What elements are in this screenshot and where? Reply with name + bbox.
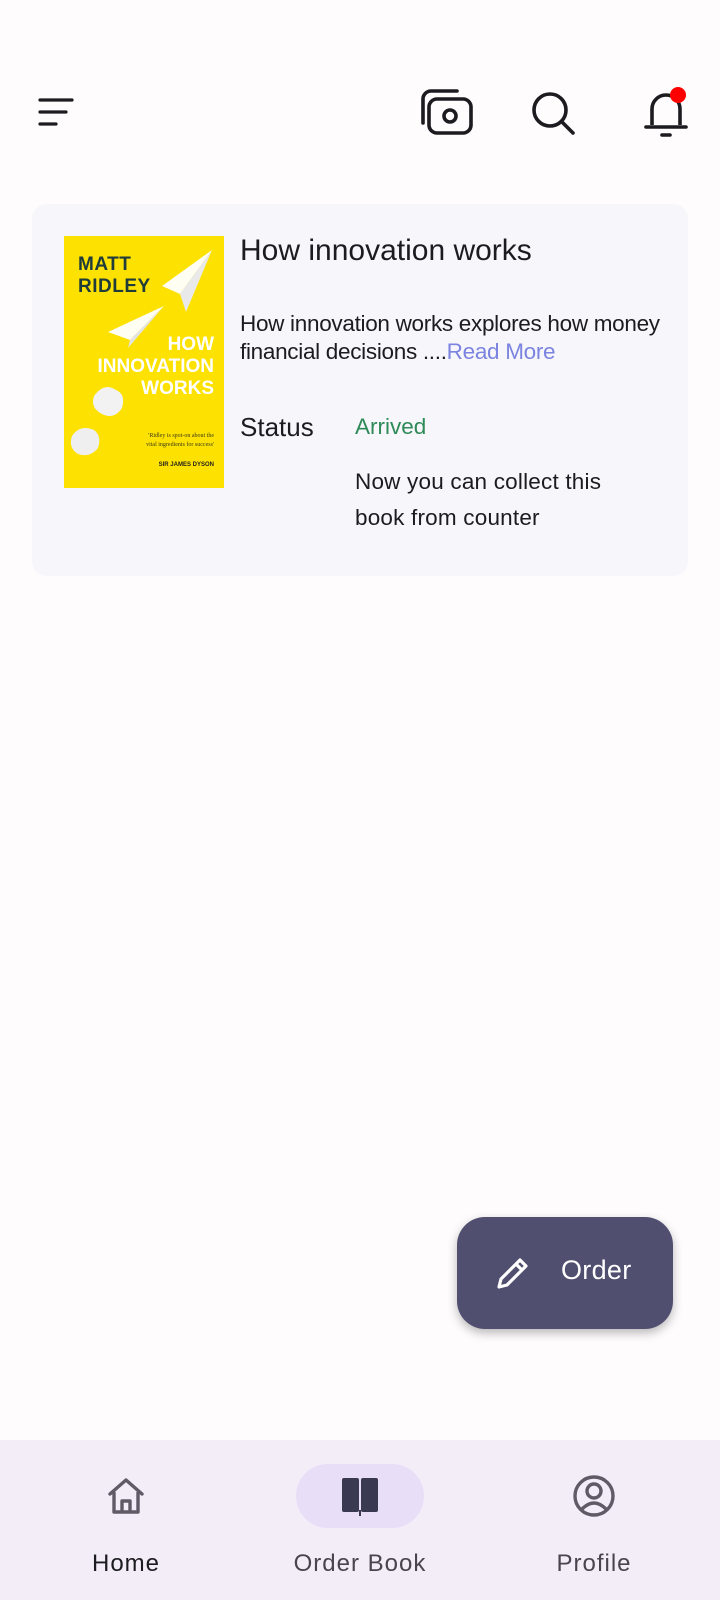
cover-title: HOW INNOVATION WORKS <box>84 334 214 400</box>
order-card[interactable]: MATT RIDLEY HOW INNOVATION WORKS 'Ridley… <box>32 204 688 576</box>
notification-dot <box>670 87 686 103</box>
pencil-icon <box>497 1258 528 1289</box>
status-value: Arrived <box>355 414 427 439</box>
book-description: How innovation works explores how money … <box>240 310 680 366</box>
nav-home-label: Home <box>91 1550 161 1577</box>
notification-bell-icon <box>644 87 688 137</box>
search-icon <box>532 92 575 135</box>
order-fab-label: Order <box>561 1255 632 1285</box>
book-icon <box>342 1478 378 1516</box>
status-note: Now you can collect this book from count… <box>355 469 602 530</box>
camera-switch-button[interactable] <box>414 84 478 140</box>
cover-quote-author: SIR JAMES DYSON <box>158 462 214 468</box>
order-fab-button[interactable]: Order <box>457 1217 673 1329</box>
cover-quote: 'Ridley is spot-on about the vital ingre… <box>146 433 214 448</box>
nav-item-profile[interactable]: Profile <box>474 1440 714 1600</box>
cover-title-text: HOW INNOVATION WORKS <box>97 334 214 399</box>
search-button[interactable] <box>526 86 582 142</box>
book-cover: MATT RIDLEY HOW INNOVATION WORKS 'Ridley… <box>64 236 224 488</box>
nav-item-order-book[interactable]: Order Book <box>240 1440 480 1600</box>
bottom-navigation: Home Order Book Profile <box>0 1440 720 1600</box>
notification-button[interactable] <box>636 84 696 142</box>
nav-profile-label: Profile <box>556 1550 632 1577</box>
nav-order-book-pill <box>296 1464 424 1528</box>
home-icon <box>108 1478 144 1514</box>
nav-order-book-label: Order Book <box>293 1550 427 1577</box>
profile-icon <box>573 1475 615 1517</box>
menu-button[interactable] <box>30 90 82 134</box>
status-label: Status <box>240 412 314 442</box>
nav-home-pill <box>62 1464 190 1528</box>
nav-profile-pill <box>530 1464 658 1528</box>
nav-item-home[interactable]: Home <box>6 1440 246 1600</box>
camera-switch-icon <box>421 89 473 135</box>
book-title: How innovation works <box>240 234 532 267</box>
read-more-link[interactable]: Read More <box>447 339 556 364</box>
menu-icon <box>38 98 74 126</box>
